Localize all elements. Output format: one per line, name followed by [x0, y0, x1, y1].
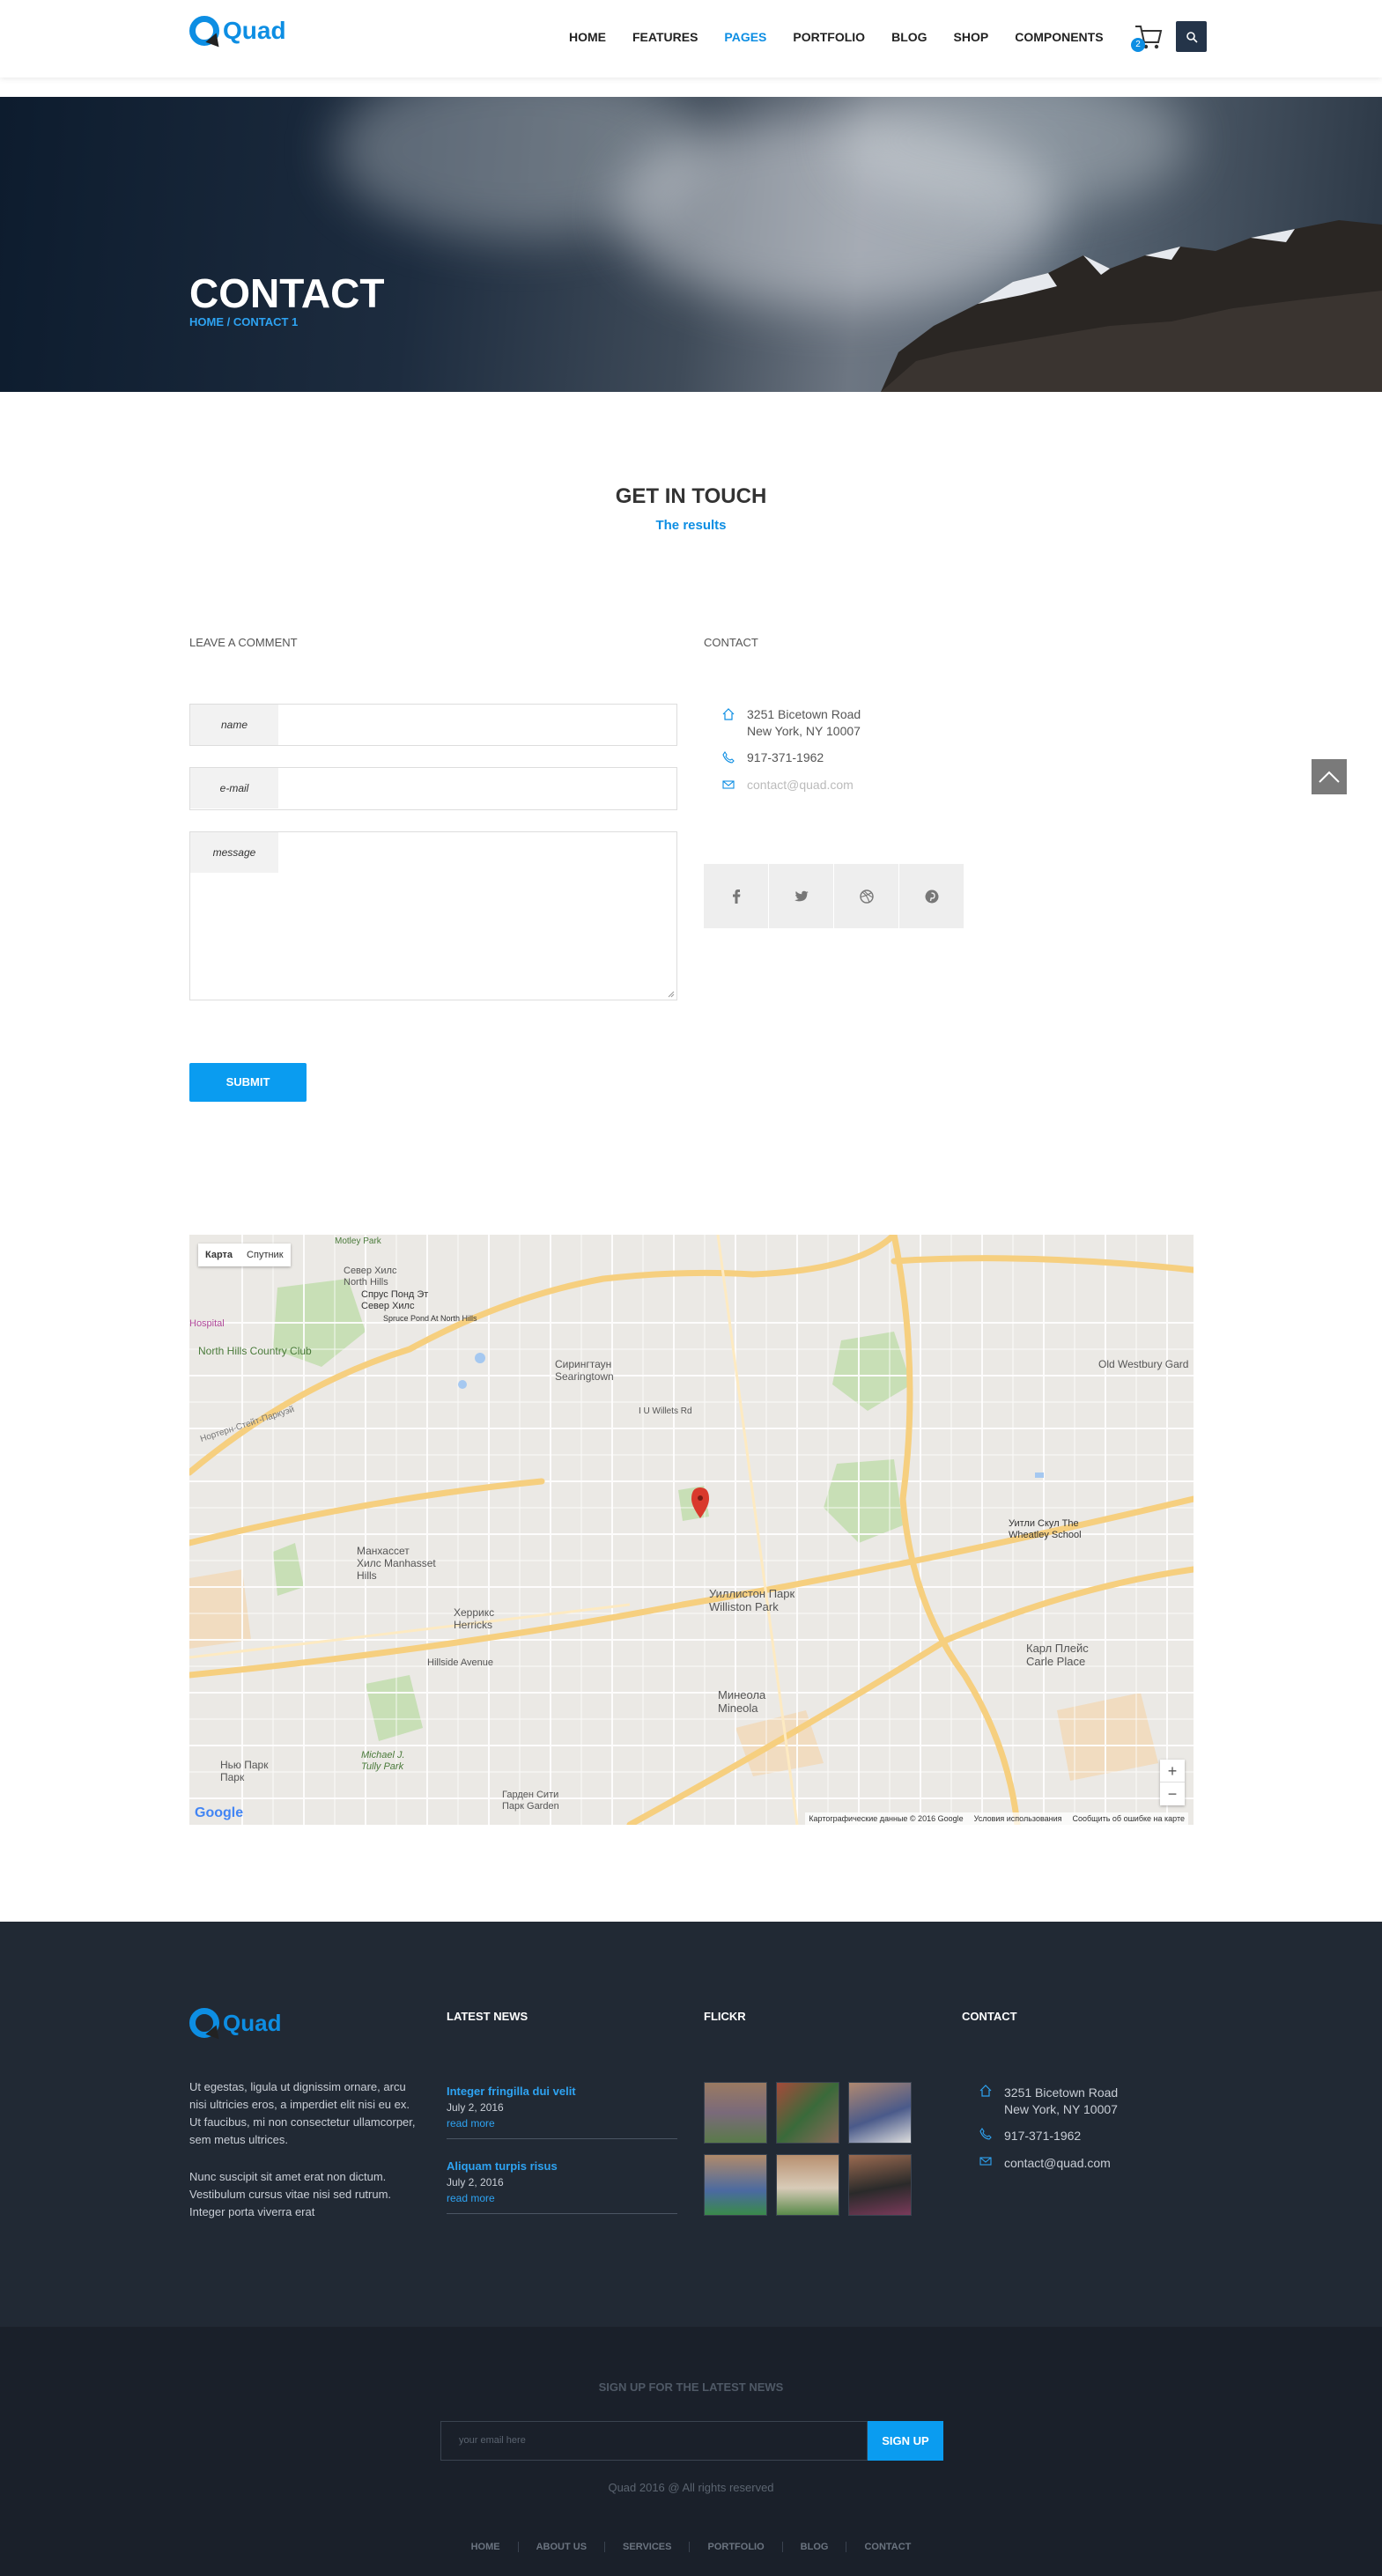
nav-shop[interactable]: SHOP — [954, 30, 989, 44]
breadcrumb[interactable]: HOME / CONTACT 1 — [189, 315, 298, 328]
flickr-heading: FLICKR — [704, 2010, 746, 2023]
dribbble-button[interactable] — [834, 864, 898, 928]
nav-blog[interactable]: BLOG — [891, 30, 927, 44]
location-map[interactable]: Север Хилс North Hills Спрус Понд Эт Севе… — [189, 1235, 1194, 1825]
footer-contact-heading: CONTACT — [962, 2010, 1017, 2023]
pinterest-icon — [925, 889, 938, 903]
logo-mark-icon — [189, 2008, 219, 2038]
facebook-icon — [732, 889, 740, 904]
site-logo[interactable]: Quad — [189, 16, 286, 46]
name-field[interactable]: name — [189, 704, 677, 746]
contact-phone: 917-371-1962 — [722, 749, 824, 766]
twitter-button[interactable] — [769, 864, 833, 928]
chevron-up-icon — [1319, 771, 1340, 783]
resize-handle-icon[interactable] — [668, 991, 675, 998]
news-heading: LATEST NEWS — [447, 2010, 528, 2023]
twitter-icon — [794, 890, 809, 901]
footer-phone: 917-371-1962 — [979, 2128, 1081, 2144]
flickr-thumbnail[interactable] — [776, 2082, 839, 2144]
map-type-map-button[interactable]: Карта — [198, 1244, 240, 1266]
site-header: Quad HOME FEATURES PAGES PORTFOLIO BLOG … — [0, 0, 1382, 78]
news-item: Aliquam turpis risus July 2, 2016 read m… — [447, 2159, 677, 2214]
section-title: GET IN TOUCH — [615, 484, 767, 508]
email-field[interactable]: e-mail — [189, 767, 677, 810]
mail-icon — [722, 780, 735, 789]
flickr-thumbnail[interactable] — [848, 2082, 912, 2144]
back-to-top-button[interactable] — [1312, 759, 1347, 794]
contact-email[interactable]: contact@quad.com — [722, 777, 854, 793]
flickr-thumbnail[interactable] — [704, 2082, 767, 2144]
home-icon — [979, 2085, 992, 2097]
footer-nav-services[interactable]: SERVICES — [605, 2542, 691, 2552]
map-attribution: Картографические данные © 2016 Google Ус… — [805, 1812, 1188, 1825]
nav-components[interactable]: COMPONENTS — [1015, 30, 1103, 44]
phone-icon — [979, 2128, 992, 2140]
facebook-button[interactable] — [704, 864, 768, 928]
mountain-illustration — [881, 220, 1382, 392]
contact-heading: CONTACT — [704, 636, 758, 649]
nav-portfolio[interactable]: PORTFOLIO — [793, 30, 865, 44]
footer-about-1: Ut egestas, ligula ut dignissim ornare, … — [189, 2080, 416, 2146]
home-icon — [722, 708, 735, 720]
cart-count-badge: 2 — [1131, 38, 1145, 52]
message-field[interactable]: message — [189, 831, 677, 1000]
footer-email[interactable]: contact@quad.com — [979, 2155, 1111, 2172]
footer-about-2: Nunc suscipit sit amet erat non dictum. … — [189, 2170, 392, 2218]
form-heading: LEAVE A COMMENT — [189, 636, 298, 649]
map-type-control: Карта Спутник — [198, 1244, 291, 1266]
footer-nav-portfolio[interactable]: PORTFOLIO — [690, 2542, 783, 2552]
footer-address: 3251 Bicetown Road New York, NY 10007 — [979, 2085, 1118, 2118]
map-zoom-control: + − — [1160, 1760, 1185, 1805]
pinterest-button[interactable] — [899, 864, 964, 928]
nav-features[interactable]: FEATURES — [632, 30, 698, 44]
footer-logo[interactable]: Quad — [189, 2008, 281, 2038]
google-logo: Google — [195, 1805, 244, 1820]
search-button[interactable] — [1176, 21, 1207, 52]
news-item: Integer fringilla dui velit July 2, 2016… — [447, 2085, 677, 2139]
email-label: e-mail — [190, 768, 278, 808]
signup-email-input[interactable]: your email here — [440, 2421, 868, 2461]
message-label: message — [190, 832, 278, 873]
search-icon — [1186, 31, 1198, 43]
logo-mark-icon — [189, 16, 219, 46]
footer-nav-blog[interactable]: BLOG — [783, 2542, 847, 2552]
page-title: CONTACT — [189, 270, 385, 316]
footer-nav-home[interactable]: HOME — [454, 2542, 519, 2552]
signup-title: SIGN UP FOR THE LATEST NEWS — [598, 2380, 784, 2394]
copyright: Quad 2016 @ All rights reserved — [608, 2481, 774, 2494]
contact-address: 3251 Bicetown Road New York, NY 10007 — [722, 706, 861, 740]
page-hero: CONTACT HOME / CONTACT 1 — [0, 97, 1382, 392]
signup-button[interactable]: SIGN UP — [868, 2421, 943, 2461]
flickr-thumbnail[interactable] — [848, 2154, 912, 2216]
footer-nav-about[interactable]: ABOUT US — [519, 2542, 606, 2552]
dribbble-icon — [859, 889, 874, 904]
name-label: name — [190, 705, 278, 745]
nav-home[interactable]: HOME — [569, 30, 606, 44]
phone-icon — [722, 751, 735, 764]
map-type-satellite-button[interactable]: Спутник — [240, 1244, 290, 1266]
main-nav: HOME FEATURES PAGES PORTFOLIO BLOG SHOP … — [569, 30, 1104, 44]
footer-nav: HOME ABOUT US SERVICES PORTFOLIO BLOG CO… — [0, 2542, 1382, 2552]
footer-nav-contact[interactable]: CONTACT — [846, 2542, 928, 2552]
zoom-in-button[interactable]: + — [1160, 1760, 1185, 1783]
flickr-thumbnail[interactable] — [704, 2154, 767, 2216]
flickr-thumbnail[interactable] — [776, 2154, 839, 2216]
submit-button[interactable]: SUBMIT — [189, 1063, 307, 1102]
zoom-out-button[interactable]: − — [1160, 1783, 1185, 1805]
section-subtitle: The results — [655, 518, 727, 533]
mail-icon — [979, 2157, 992, 2166]
site-footer: Quad Ut egestas, ligula ut dignissim orn… — [0, 1922, 1382, 2327]
nav-pages[interactable]: PAGES — [724, 30, 766, 44]
